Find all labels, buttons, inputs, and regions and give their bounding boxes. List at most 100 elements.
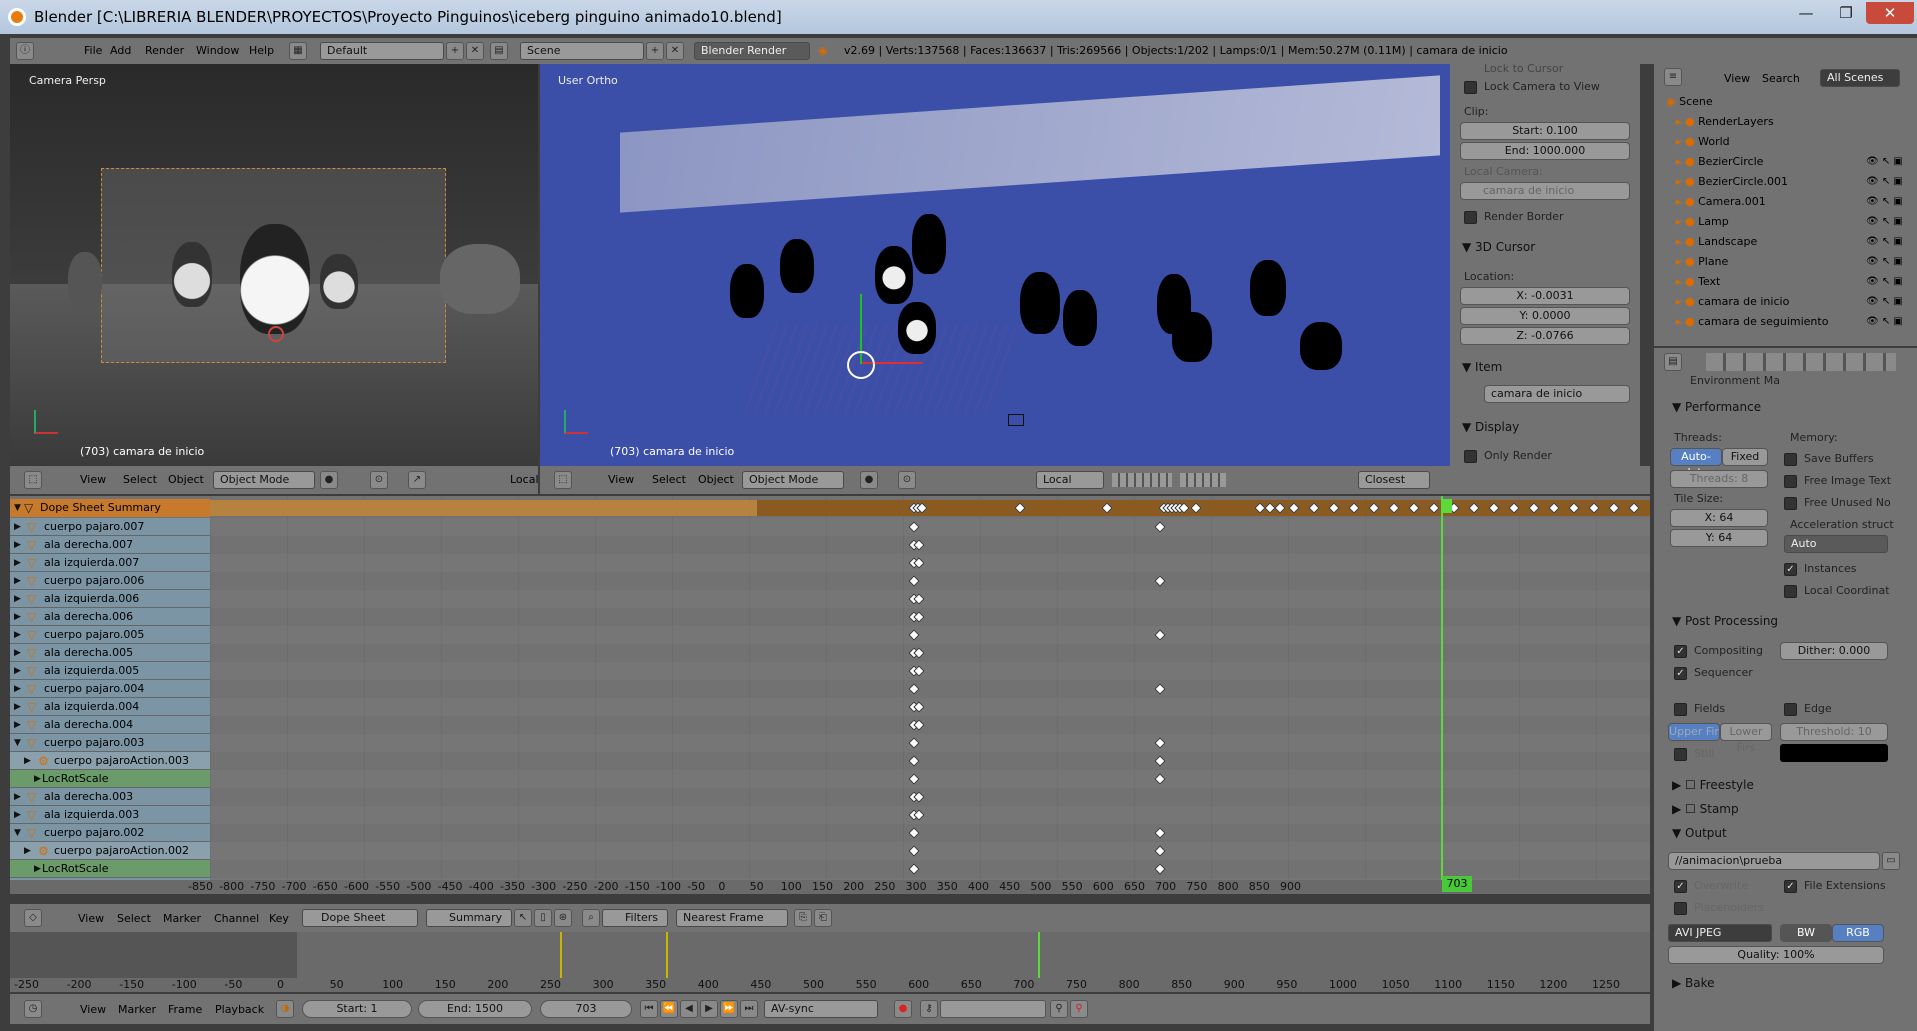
mode-select[interactable]: Object Mode xyxy=(742,471,844,489)
jump-end-icon[interactable]: ⏭ xyxy=(740,1000,758,1018)
end-frame-field[interactable]: End: 1500 xyxy=(418,1000,532,1018)
current-frame-line[interactable] xyxy=(1441,496,1443,880)
menu-object[interactable]: Object xyxy=(698,473,734,486)
maximize-button[interactable]: ❐ xyxy=(1826,2,1866,24)
copy-keys-icon[interactable]: ⎘ xyxy=(794,909,812,927)
visibility-icon[interactable]: 👁 ↖ ▣ xyxy=(1866,232,1903,252)
lower-first-button[interactable]: Lower Firs xyxy=(1720,723,1772,754)
free-image-checkbox[interactable] xyxy=(1784,475,1797,488)
channel-group[interactable]: ▶ LocRotScale xyxy=(10,860,210,878)
paste-keys-icon[interactable]: ⎗ xyxy=(814,909,832,927)
expand-icon[interactable]: ▶ xyxy=(34,860,41,878)
visibility-icon[interactable]: 👁 ↖ ▣ xyxy=(1866,172,1903,192)
instances-checkbox[interactable]: ✓ xyxy=(1784,563,1797,576)
menu-view[interactable]: View xyxy=(608,473,634,486)
editor-type-icon[interactable]: ⬚ xyxy=(24,471,42,489)
ds-menu-channel[interactable]: Channel xyxy=(214,912,259,925)
ortho-viewport[interactable]: User Ortho (703) camara de inicio xyxy=(540,64,1450,466)
folder-icon[interactable]: ▭ xyxy=(1882,852,1900,870)
menu-render[interactable]: Render xyxy=(145,44,184,57)
visibility-icon[interactable]: 👁 ↖ ▣ xyxy=(1866,192,1903,212)
channel-obj[interactable]: ▶ ▽ ala izquierda.003 xyxy=(10,806,210,824)
output-path-field[interactable]: //animacion\prueba xyxy=(1668,852,1880,870)
scene-field[interactable]: Scene xyxy=(520,42,644,60)
tl-menu-marker[interactable]: Marker xyxy=(118,1003,156,1016)
visibility-icon[interactable]: 👁 ↖ ▣ xyxy=(1866,212,1903,232)
threads-count-field[interactable]: Threads: 8 xyxy=(1670,470,1768,488)
outliner-item[interactable]: ▸ ● Camera.001 👁 ↖ ▣ xyxy=(1676,192,1903,212)
ds-menu-key[interactable]: Key xyxy=(269,912,289,925)
output-panel[interactable]: ▼ Output xyxy=(1672,826,1727,840)
dopesheet-editor[interactable]: ▼ ▽ Dope Sheet Summary ▶ ▽ cuerpo pajaro.0… xyxy=(10,496,1650,894)
only-render-checkbox[interactable] xyxy=(1464,450,1477,463)
outliner-item[interactable]: ▸ ● RenderLayers xyxy=(1676,112,1774,132)
upper-first-button[interactable]: Upper Fir xyxy=(1668,723,1720,741)
still-checkbox[interactable] xyxy=(1674,748,1687,761)
timeline-editor[interactable]: -250 -200 -150 -100 -50 0 50 100 150 200 250 300 350… xyxy=(10,932,1650,992)
outliner-item[interactable]: ▸ ● World xyxy=(1676,132,1730,152)
channel-obj[interactable]: ▶ ▽ cuerpo pajaro.005 xyxy=(10,626,210,644)
orientation-select[interactable]: Local xyxy=(1036,471,1104,489)
outliner-item[interactable]: ▸ ● camara de seguimiento 👁 ↖ ▣ xyxy=(1676,312,1903,332)
compositing-checkbox[interactable]: ✓ xyxy=(1674,645,1687,658)
editor-type-icon[interactable]: ◷ xyxy=(24,1000,42,1018)
expand-icon[interactable]: ▶ xyxy=(14,590,21,608)
tile-y-field[interactable]: Y: 64 xyxy=(1670,529,1768,547)
render-engine-select[interactable]: Blender Render xyxy=(694,42,810,60)
layer-buttons[interactable] xyxy=(1112,473,1172,487)
pointer-icon[interactable]: ↖ xyxy=(514,909,532,927)
timeline-current-frame[interactable] xyxy=(1038,932,1040,978)
dither-field[interactable]: Dither: 0.000 xyxy=(1780,642,1888,660)
placeholders-checkbox[interactable] xyxy=(1674,902,1687,915)
outliner-menu-view[interactable]: View xyxy=(1724,72,1750,85)
channel-obj[interactable]: ▶ ▽ ala izquierda.007 xyxy=(10,554,210,572)
search-icon[interactable]: ⌕ xyxy=(582,909,600,927)
item-name-field[interactable]: camara de inicio xyxy=(1484,385,1630,403)
editor-type-icon[interactable]: ◇ xyxy=(24,909,42,927)
scene-icon[interactable]: ▤ xyxy=(490,42,508,60)
expand-icon[interactable]: ▶ xyxy=(14,608,21,626)
overwrite-checkbox[interactable]: ✓ xyxy=(1674,880,1687,893)
channel-obj[interactable]: ▶ ▽ cuerpo pajaro.006 xyxy=(10,572,210,590)
channel-obj[interactable]: ▼ ▽ cuerpo pajaro.003 xyxy=(10,734,210,752)
camera-viewport[interactable]: Camera Persp (703) camara de inicio xyxy=(10,64,538,466)
threads-autodetect-button[interactable]: Auto-dete xyxy=(1670,448,1722,479)
stamp-panel[interactable]: ▶ ☐ Stamp xyxy=(1672,802,1739,816)
pivot-icon[interactable]: ⊙ xyxy=(370,471,388,489)
visibility-icon[interactable]: 👁 ↖ ▣ xyxy=(1866,152,1903,172)
channel-obj[interactable]: ▶ ▽ ala derecha.005 xyxy=(10,644,210,662)
timeline-ruler[interactable]: -250 -200 -150 -100 -50 0 50 100 150 200 250 300 350… xyxy=(10,978,1650,992)
expand-icon[interactable]: ▶ xyxy=(14,644,21,662)
start-frame-field[interactable]: Start: 1 xyxy=(302,1000,412,1018)
current-frame-field[interactable]: 703 xyxy=(540,1000,632,1018)
sequencer-checkbox[interactable]: ✓ xyxy=(1674,667,1687,680)
manipulator-icon[interactable]: ↗ xyxy=(408,471,426,489)
expand-icon[interactable]: ▶ xyxy=(14,554,21,572)
section-display[interactable]: ▼ Display xyxy=(1462,420,1519,434)
file-ext-checkbox[interactable]: ✓ xyxy=(1784,880,1797,893)
threads-fixed-button[interactable]: Fixed xyxy=(1722,448,1768,466)
bake-panel[interactable]: ▶ Bake xyxy=(1672,976,1715,990)
section-item[interactable]: ▼ Item xyxy=(1462,360,1502,374)
insert-keyframe-icon[interactable]: ⚲ xyxy=(1050,1000,1068,1018)
remove-scene-icon[interactable]: ✕ xyxy=(666,42,684,60)
ghost-icon[interactable]: ▯ xyxy=(534,909,552,927)
edge-checkbox[interactable] xyxy=(1784,703,1797,716)
editor-type-icon[interactable]: ⬚ xyxy=(554,471,572,489)
menu-select[interactable]: Select xyxy=(652,473,686,486)
post-processing-panel[interactable]: ▼ Post Processing xyxy=(1672,614,1778,628)
local-camera-field[interactable]: camara de inicio xyxy=(1460,182,1630,200)
expand-icon[interactable]: ▶ xyxy=(14,536,21,554)
free-unused-checkbox[interactable] xyxy=(1784,497,1797,510)
quality-slider[interactable]: Quality: 100% xyxy=(1668,946,1884,964)
minimize-button[interactable]: — xyxy=(1786,2,1826,24)
channel-obj[interactable]: ▶ ▽ ala derecha.007 xyxy=(10,536,210,554)
cursor-x-field[interactable]: X: -0.0031 xyxy=(1460,287,1630,305)
play-icon[interactable]: ▶ xyxy=(700,1000,718,1018)
visibility-icon[interactable]: 👁 ↖ ▣ xyxy=(1866,292,1903,312)
expand-icon[interactable]: ▼ xyxy=(14,824,21,842)
lock-camera-checkbox[interactable] xyxy=(1464,81,1477,94)
summary-toggle[interactable]: Summary xyxy=(426,909,512,927)
channel-obj[interactable]: ▶ ▽ ala derecha.003 xyxy=(10,788,210,806)
cursor-y-field[interactable]: Y: 0.0000 xyxy=(1460,307,1630,325)
